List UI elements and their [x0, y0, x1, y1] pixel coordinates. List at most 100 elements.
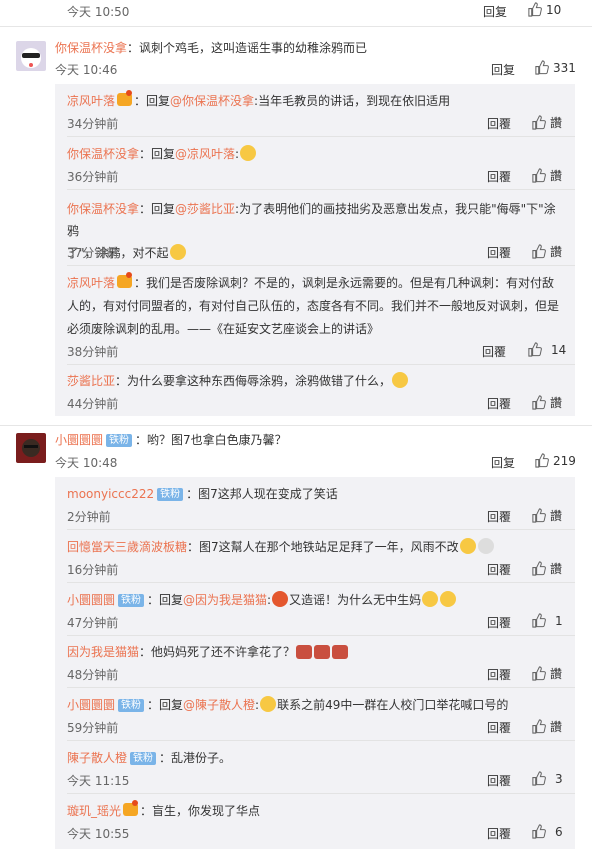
- reply-button[interactable]: 回覆: [487, 561, 511, 578]
- reply-button[interactable]: 回覆: [487, 666, 511, 683]
- like-button[interactable]: 讚: [531, 243, 562, 260]
- divider: [67, 529, 575, 530]
- reply-text: 因为我是猫猫：他妈妈死了还不许拿花了？: [67, 643, 349, 660]
- reply-button[interactable]: 回覆: [487, 244, 511, 261]
- mention-link[interactable]: @你保温杯没拿: [170, 94, 254, 108]
- reply-button[interactable]: 回覆: [487, 772, 511, 789]
- username[interactable]: 小圜圜圜: [55, 433, 103, 447]
- divider: [67, 793, 575, 794]
- like-count: 10: [546, 2, 562, 17]
- reply-text: 凉风叶落 ：回复@你保温杯没拿:当年毛教员的讲话，到现在依旧适用: [67, 90, 450, 109]
- avatar[interactable]: [16, 433, 46, 463]
- like-count: 讚: [550, 116, 563, 130]
- like-button[interactable]: 讚: [531, 507, 562, 524]
- reply-text: 莎酱比亚：为什么要拿这种东西侮辱涂鸦，涂鸦做错了什么，: [67, 372, 409, 389]
- doge-emoji-icon: [392, 372, 409, 388]
- fan-badge: 铁粉: [157, 488, 184, 501]
- thumb-up-icon: [528, 342, 542, 357]
- vip-icon: [123, 800, 139, 816]
- like-button[interactable]: 讚: [531, 167, 562, 184]
- avatar[interactable]: [16, 41, 46, 71]
- username[interactable]: 你保温杯没拿: [67, 202, 139, 216]
- reply-button[interactable]: 回覆: [487, 168, 511, 185]
- like-button[interactable]: 讚: [531, 560, 562, 577]
- reply-button[interactable]: 回复: [483, 3, 507, 20]
- thumb-up-icon: [532, 613, 546, 628]
- like-count: 讚: [550, 667, 563, 681]
- username[interactable]: 凉风叶落: [67, 94, 115, 108]
- reply-time: 16分钟前: [67, 563, 119, 577]
- reply-button[interactable]: 回复: [491, 61, 515, 78]
- reply-text: 小圜圜圜 铁粉 ：回复@因为我是猫猫: 又造谣！为什么无中生妈: [67, 591, 457, 608]
- like-count: 3: [555, 771, 563, 786]
- comment-time: 今天 10:50: [67, 5, 130, 19]
- username[interactable]: 凉风叶落: [67, 276, 115, 290]
- thumb-up-icon: [532, 115, 546, 130]
- username[interactable]: 璇玑_瑶光: [67, 804, 121, 818]
- divider: [67, 136, 575, 137]
- like-button[interactable]: 10: [527, 2, 561, 17]
- like-count: 331: [553, 60, 576, 75]
- comment-body: 小圜圜圜 铁粉 ：哟？图7也拿白色康乃馨？: [55, 431, 287, 448]
- reply-button[interactable]: 回覆: [487, 825, 511, 842]
- username[interactable]: 小圜圜圜: [67, 593, 115, 607]
- divider: [67, 740, 575, 741]
- reply-list: 凉风叶落 ：回复@你保温杯没拿:当年毛教员的讲话，到现在依旧适用 34分钟前 回覆…: [55, 84, 575, 416]
- divider: [67, 364, 575, 365]
- reply-content: 必须废除讽刺的乱用。——《在延安文艺座谈会上的讲话》: [67, 322, 380, 336]
- reply-time: 2分钟前: [67, 510, 111, 524]
- thumb-up-icon: [535, 60, 549, 75]
- fan-badge: 铁粉: [118, 594, 145, 607]
- reply-button[interactable]: 回覆: [487, 115, 511, 132]
- like-button[interactable]: 讚: [531, 718, 562, 735]
- reply-button[interactable]: 回覆: [487, 719, 511, 736]
- divider: [67, 687, 575, 688]
- username[interactable]: 回憶當天三歲滴波板糖: [67, 540, 187, 554]
- username[interactable]: 你保温杯没拿: [55, 41, 127, 55]
- thumb-up-icon: [528, 2, 542, 17]
- reply-button[interactable]: 回覆: [482, 343, 506, 360]
- username[interactable]: 你保温杯没拿: [67, 147, 139, 161]
- username[interactable]: moonyiccc222: [67, 487, 154, 501]
- reply-button[interactable]: 回覆: [487, 508, 511, 525]
- reply-time: 47分钟前: [67, 616, 119, 630]
- fan-badge: 铁粉: [118, 699, 145, 712]
- thumb-up-icon: [532, 395, 546, 410]
- like-button[interactable]: 3: [531, 771, 563, 786]
- like-button[interactable]: 讚: [531, 114, 562, 131]
- reply-time: 今天 10:55: [67, 827, 130, 841]
- username[interactable]: 莎酱比亚: [67, 374, 115, 388]
- like-button[interactable]: 219: [534, 453, 576, 468]
- doge-emoji-icon: [422, 591, 439, 607]
- comment-text: ：讽刺个鸡毛，这叫造谣生事的幼稚涂鸦而已: [127, 41, 368, 55]
- reply-content: ：图7这邦人现在变成了笑话: [186, 487, 338, 501]
- reply-content: ：他妈妈死了还不许拿花了？: [139, 645, 296, 659]
- like-button[interactable]: 331: [534, 60, 576, 75]
- reply-button[interactable]: 回覆: [487, 614, 511, 631]
- thumb-up-icon: [532, 508, 546, 523]
- laugh-emoji-icon: [459, 538, 476, 554]
- username[interactable]: 小圜圜圜: [67, 698, 115, 712]
- like-button[interactable]: 讚: [531, 665, 562, 682]
- mention-link[interactable]: @因为我是猫猫: [183, 593, 267, 607]
- reply-button[interactable]: 回复: [491, 454, 515, 471]
- cake-emoji-icon: [332, 645, 349, 659]
- mention-link[interactable]: @陳子散人橙: [183, 698, 255, 712]
- fan-badge: 铁粉: [106, 434, 133, 447]
- like-button[interactable]: 讚: [531, 394, 562, 411]
- like-button[interactable]: 14: [527, 342, 566, 357]
- avatar-face-icon: [21, 48, 41, 68]
- username[interactable]: 陳子散人橙: [67, 751, 127, 765]
- like-button[interactable]: 1: [531, 613, 563, 628]
- reply-prefix: ：回复: [147, 698, 184, 712]
- reply-content: 联系之前49中一群在人校门口举花喊口号的: [277, 698, 509, 712]
- mention-link[interactable]: @凉风叶落: [175, 147, 235, 161]
- like-button[interactable]: 6: [531, 824, 563, 839]
- reply-button[interactable]: 回覆: [487, 395, 511, 412]
- reply-prefix: ：回复: [139, 202, 176, 216]
- thumb-up-icon: [532, 719, 546, 734]
- divider: [67, 582, 575, 583]
- username[interactable]: 因为我是猫猫: [67, 645, 139, 659]
- reply-content: 又造谣！为什么无中生妈: [289, 593, 422, 607]
- mention-link[interactable]: @莎酱比亚: [175, 202, 235, 216]
